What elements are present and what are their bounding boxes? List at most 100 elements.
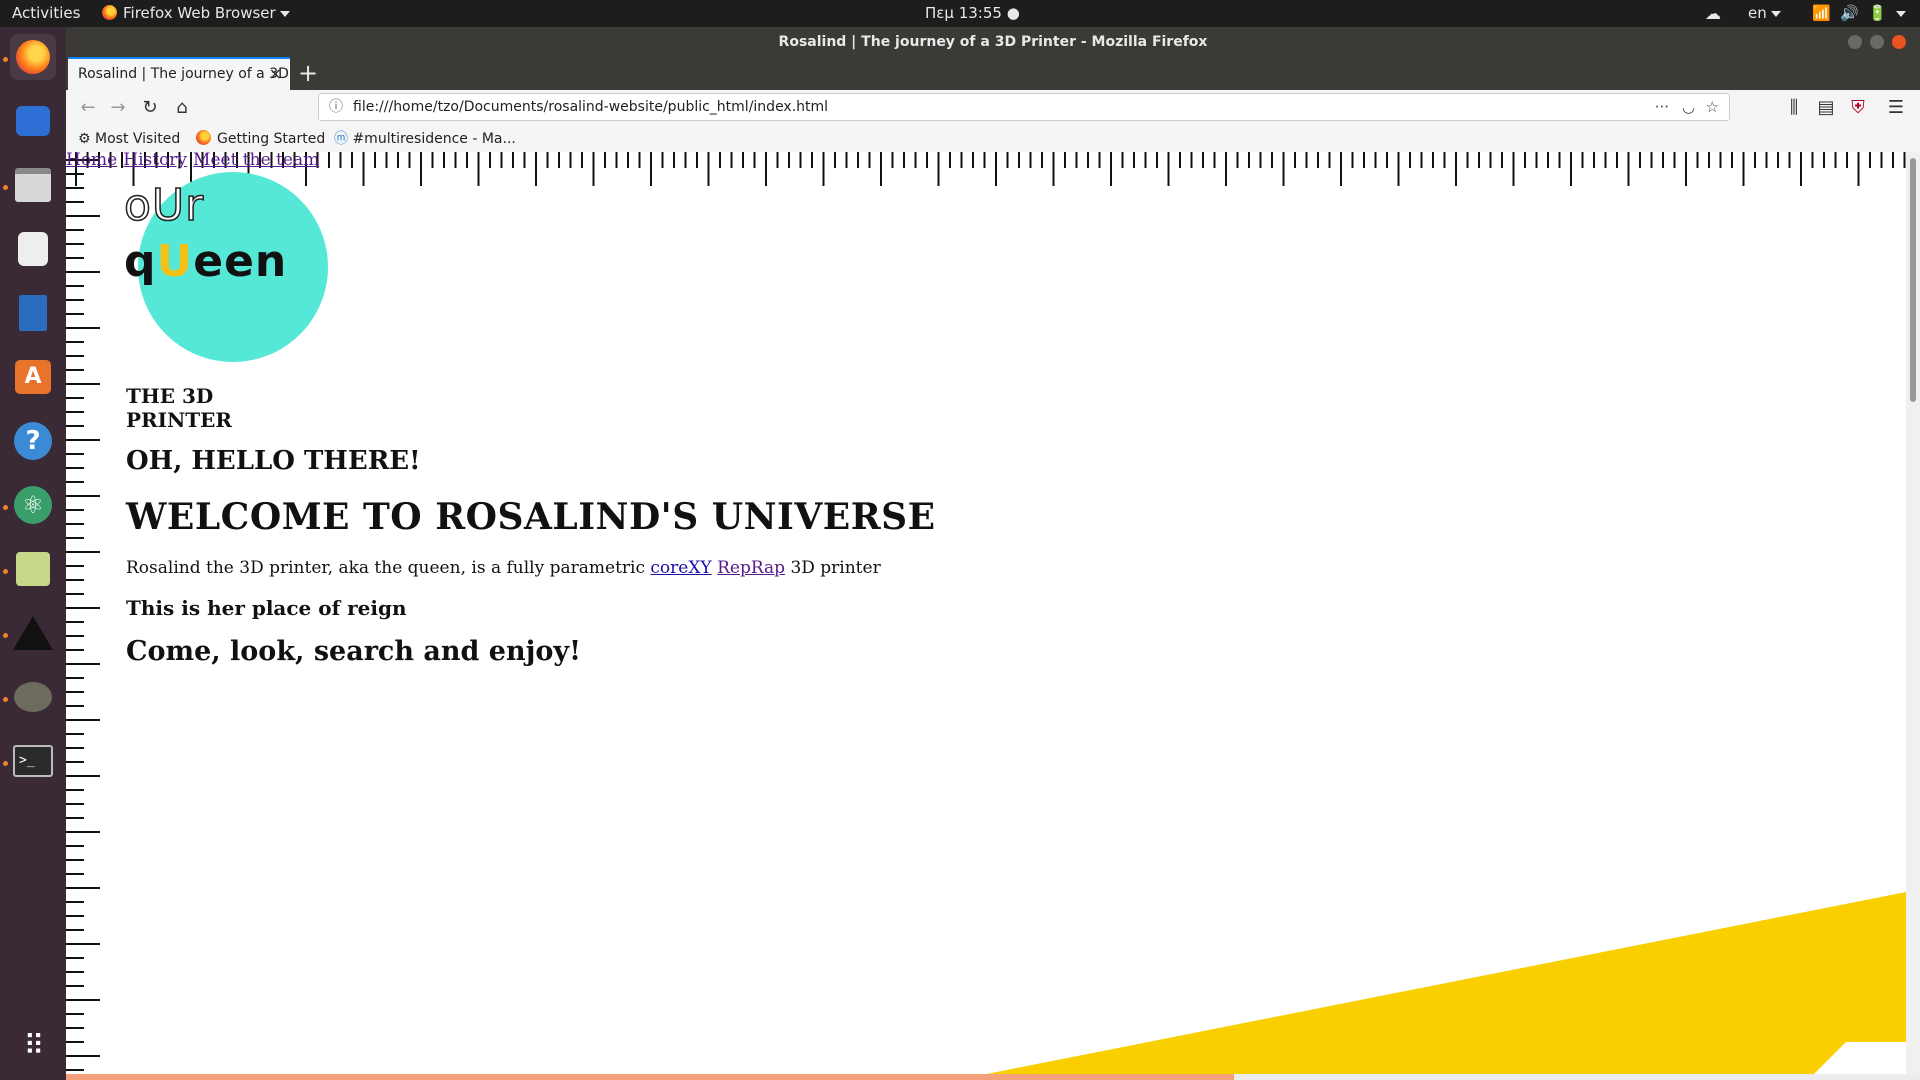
- back-arrow-icon[interactable]: ←: [76, 96, 100, 120]
- intro-text-end: 3D printer: [790, 558, 881, 578]
- volume-icon[interactable]: 🔊: [1840, 0, 1859, 27]
- logo-letter-highlight: U: [156, 236, 194, 287]
- gear-icon: ⚙: [78, 131, 91, 147]
- tab-strip: Rosalind | The journey of a 3D Printer ×…: [66, 57, 1920, 90]
- weather-icon[interactable]: ☁: [1705, 0, 1721, 27]
- firefox-mini-icon: [102, 5, 117, 20]
- scrollbar-thumb[interactable]: [1910, 158, 1916, 402]
- help-icon[interactable]: ?: [10, 418, 56, 464]
- power-menu[interactable]: [1892, 0, 1906, 27]
- intro-text-start: Rosalind the 3D printer, aka the queen, …: [126, 558, 645, 578]
- language-menu[interactable]: en: [1748, 0, 1781, 27]
- forward-arrow-icon[interactable]: →: [106, 96, 130, 120]
- firefox-icon[interactable]: [10, 34, 56, 80]
- chevron-down-icon: [279, 10, 290, 17]
- url-text: file:///home/tzo/Documents/rosalind-webs…: [353, 99, 829, 115]
- gimp-icon[interactable]: [10, 674, 56, 720]
- ublock-shield-icon[interactable]: ⛨: [1846, 96, 1870, 120]
- writer-icon[interactable]: [10, 290, 56, 336]
- language-label: en: [1748, 4, 1767, 22]
- inkscape-icon[interactable]: [10, 610, 56, 656]
- page-viewport: Home History Meet the team oUr qUeen THE 3…: [66, 152, 1920, 1080]
- nav-link-history[interactable]: History: [123, 152, 187, 170]
- top-ruler-decoration: [75, 152, 1906, 186]
- reprap-link[interactable]: RepRap: [717, 558, 785, 578]
- vertical-scrollbar[interactable]: [1906, 152, 1920, 1080]
- logo-letter: o: [123, 179, 152, 232]
- home-icon[interactable]: ⌂: [170, 96, 194, 120]
- page-load-progress: [66, 1074, 1920, 1080]
- bookmarks-toolbar: ⚙ Most Visited Getting Started ⓜ #multir…: [66, 126, 1920, 153]
- bookmark-most-visited[interactable]: ⚙ Most Visited: [78, 126, 180, 152]
- close-window-button[interactable]: [1892, 35, 1906, 49]
- minimize-button[interactable]: [1848, 35, 1862, 49]
- url-bar[interactable]: ⓘ file:///home/tzo/Documents/rosalind-we…: [318, 93, 1730, 121]
- tab-title: Rosalind | The journey of a 3D Printer: [78, 66, 290, 82]
- image-viewer-icon[interactable]: [10, 546, 56, 592]
- bookmark-multiresidence[interactable]: ⓜ #multiresidence - Ma...: [334, 126, 516, 152]
- new-tab-button[interactable]: +: [298, 57, 318, 90]
- page-load-progress-fill: [66, 1074, 1235, 1080]
- launcher-dock: A ? ⚛ >_ ⠿: [0, 27, 66, 1080]
- navigation-toolbar: ← → ↻ ⌂ ⓘ file:///home/tzo/Documents/ros…: [66, 90, 1920, 126]
- software-center-icon[interactable]: A: [10, 354, 56, 400]
- reload-icon[interactable]: ↻: [138, 96, 162, 120]
- app-grid-icon[interactable]: ⠿: [10, 1022, 56, 1068]
- system-top-bar: Activities Firefox Web Browser Πεμ 13:55…: [0, 0, 1920, 27]
- tagline: THE 3D PRINTER: [126, 384, 233, 432]
- site-navigation: Home History Meet the team: [66, 152, 325, 170]
- window-titlebar[interactable]: Rosalind | The journey of a 3D Printer -…: [66, 27, 1920, 57]
- chevron-down-icon: [1770, 10, 1781, 17]
- reign-heading: This is her place of reign: [126, 596, 407, 620]
- maximize-button[interactable]: [1870, 35, 1884, 49]
- clock-label: Πεμ 13:55: [925, 4, 1002, 22]
- nav-link-meet-the-team[interactable]: Meet the team: [193, 152, 319, 170]
- bookmark-label: #multiresidence - Ma...: [352, 131, 516, 147]
- logo-letter: een: [193, 236, 288, 287]
- hamburger-menu-icon[interactable]: ☰: [1884, 96, 1908, 120]
- yellow-shape-decoration: [956, 892, 1906, 1080]
- logo-letter: r: [184, 179, 205, 232]
- bookmark-star-icon[interactable]: ☆: [1706, 94, 1719, 120]
- sidebar-icon[interactable]: ▤: [1814, 96, 1838, 120]
- running-indicator: [3, 505, 8, 510]
- intro-paragraph: Rosalind the 3D printer, aka the queen, …: [126, 558, 881, 578]
- running-indicator: [3, 569, 8, 574]
- bookmark-getting-started[interactable]: Getting Started: [196, 126, 325, 152]
- bookmark-label: Most Visited: [95, 131, 181, 147]
- running-indicator: [3, 761, 8, 766]
- running-indicator: [3, 697, 8, 702]
- page-actions-icon[interactable]: ···: [1655, 94, 1669, 120]
- running-indicator: [3, 633, 8, 638]
- logo-letter: q: [124, 236, 157, 287]
- wifi-icon[interactable]: 📶: [1812, 0, 1831, 27]
- logo-queen: qUeen: [124, 236, 287, 287]
- activities-button[interactable]: Activities: [12, 0, 80, 27]
- mastodon-icon: ⓜ: [334, 131, 348, 147]
- site-info-icon[interactable]: ⓘ: [329, 94, 343, 120]
- chevron-down-icon: [1896, 10, 1906, 17]
- firefox-mini-icon: [196, 130, 211, 145]
- battery-icon[interactable]: 🔋: [1868, 0, 1887, 27]
- close-tab-icon[interactable]: ×: [269, 59, 282, 89]
- logo-our: oUr: [123, 179, 205, 232]
- pocket-icon[interactable]: ◡: [1682, 94, 1695, 120]
- rhythmbox-icon[interactable]: [10, 226, 56, 272]
- library-icon[interactable]: ⫼: [1782, 96, 1806, 120]
- tab-rosalind[interactable]: Rosalind | The journey of a 3D Printer ×: [68, 57, 290, 90]
- running-indicator: [3, 185, 8, 190]
- corexy-link[interactable]: coreXY: [650, 558, 711, 578]
- logo-letter: U: [151, 179, 186, 232]
- thunderbird-icon[interactable]: [10, 98, 56, 144]
- notification-dot-icon: ●: [1006, 4, 1020, 22]
- terminal-icon[interactable]: >_: [10, 738, 56, 784]
- clock[interactable]: Πεμ 13:55 ●: [925, 0, 1020, 27]
- atom-icon[interactable]: ⚛: [10, 482, 56, 528]
- welcome-heading: WELCOME TO ROSALIND'S UNIVERSE: [126, 496, 936, 538]
- greeting-heading: OH, HELLO THERE!: [126, 446, 421, 476]
- nav-link-home[interactable]: Home: [66, 152, 117, 170]
- files-icon[interactable]: [10, 162, 56, 208]
- left-ruler-decoration: [66, 159, 100, 1071]
- window-title: Rosalind | The journey of a 3D Printer -…: [778, 34, 1208, 50]
- app-menu[interactable]: Firefox Web Browser: [102, 0, 290, 27]
